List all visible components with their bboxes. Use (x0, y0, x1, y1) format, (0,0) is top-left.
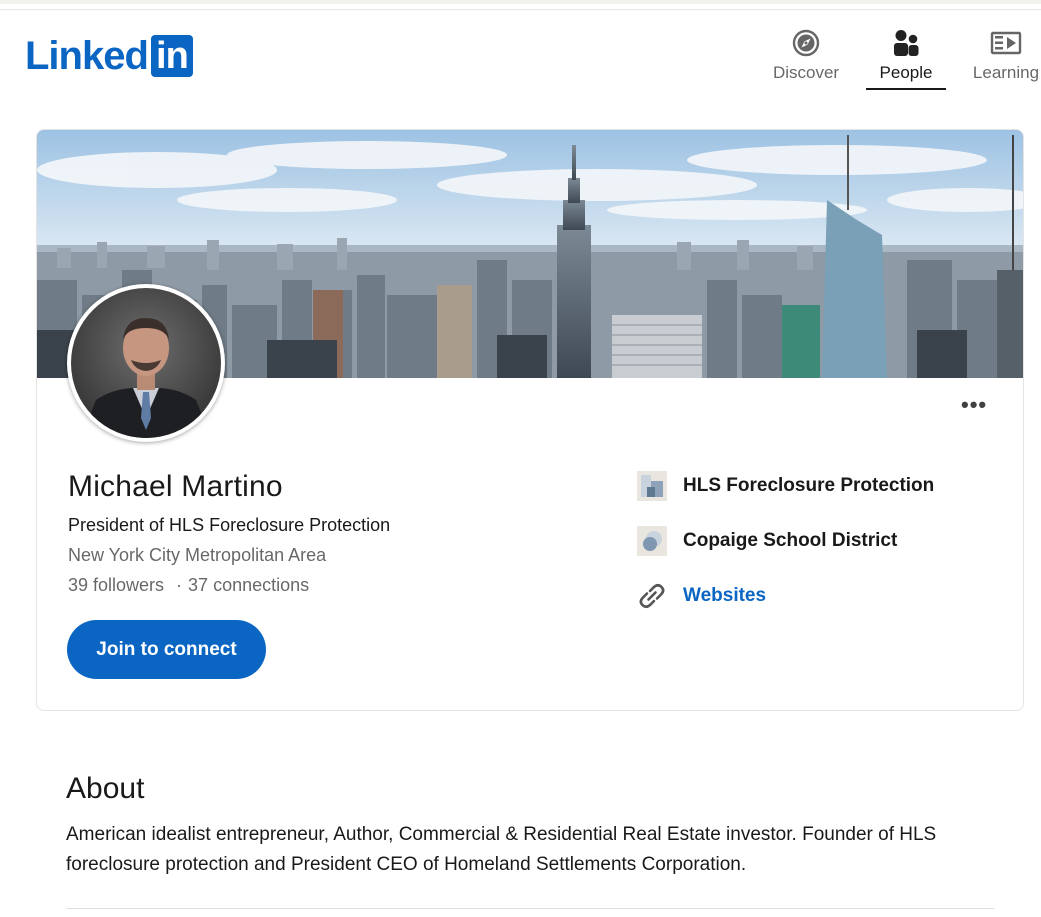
education[interactable]: Copaige School District (637, 525, 897, 557)
school-logo-icon (637, 526, 667, 556)
company-logo-icon (637, 471, 667, 501)
profile-stats: 39 followers · 37 connections (68, 575, 309, 596)
nav-discover-label: Discover (772, 63, 840, 82)
top-strip-inner (0, 0, 1041, 4)
avatar[interactable] (67, 284, 225, 442)
link-icon (637, 581, 667, 611)
profile-headline: President of HLS Foreclosure Protection (68, 515, 391, 535)
about-heading: About (66, 772, 145, 805)
linkedin-logo[interactable]: Linked in (25, 35, 193, 77)
followers-count: 39 followers (68, 575, 165, 595)
about-divider (66, 908, 994, 909)
school-name: Copaige School District (683, 530, 898, 551)
nav-learning[interactable]: Learning (966, 26, 1041, 88)
profile-name: Michael Martino (68, 470, 283, 503)
people-icon (894, 30, 919, 56)
browser-top-strip (0, 0, 1041, 10)
more-options-button[interactable]: ••• (961, 394, 987, 416)
profile-photo (71, 288, 221, 438)
logo-box: in (150, 35, 193, 77)
about-text: American idealist entrepreneur, Author, … (66, 824, 937, 875)
nav-discover[interactable]: Discover (766, 26, 846, 88)
profile-card: ••• Michael Martino President of HLS For… (36, 129, 1024, 711)
websites[interactable]: Websites (637, 580, 766, 612)
join-to-connect-button[interactable]: Join to connect (67, 620, 266, 679)
websites-link[interactable]: Websites (683, 585, 766, 607)
connections-count: 37 connections (188, 575, 310, 595)
nav-people-label: People (879, 63, 933, 82)
current-company[interactable]: HLS Foreclosure Protection (637, 470, 934, 502)
profile-location: New York City Metropolitan Area (68, 545, 327, 565)
video-play-icon (990, 31, 1022, 55)
logo-word: Linked (25, 34, 149, 78)
nav-learning-label: Learning (972, 63, 1040, 82)
compass-icon (792, 29, 820, 57)
stats-separator: · (176, 575, 183, 595)
company-name: HLS Foreclosure Protection (683, 475, 935, 496)
nav-people[interactable]: People (866, 26, 946, 90)
